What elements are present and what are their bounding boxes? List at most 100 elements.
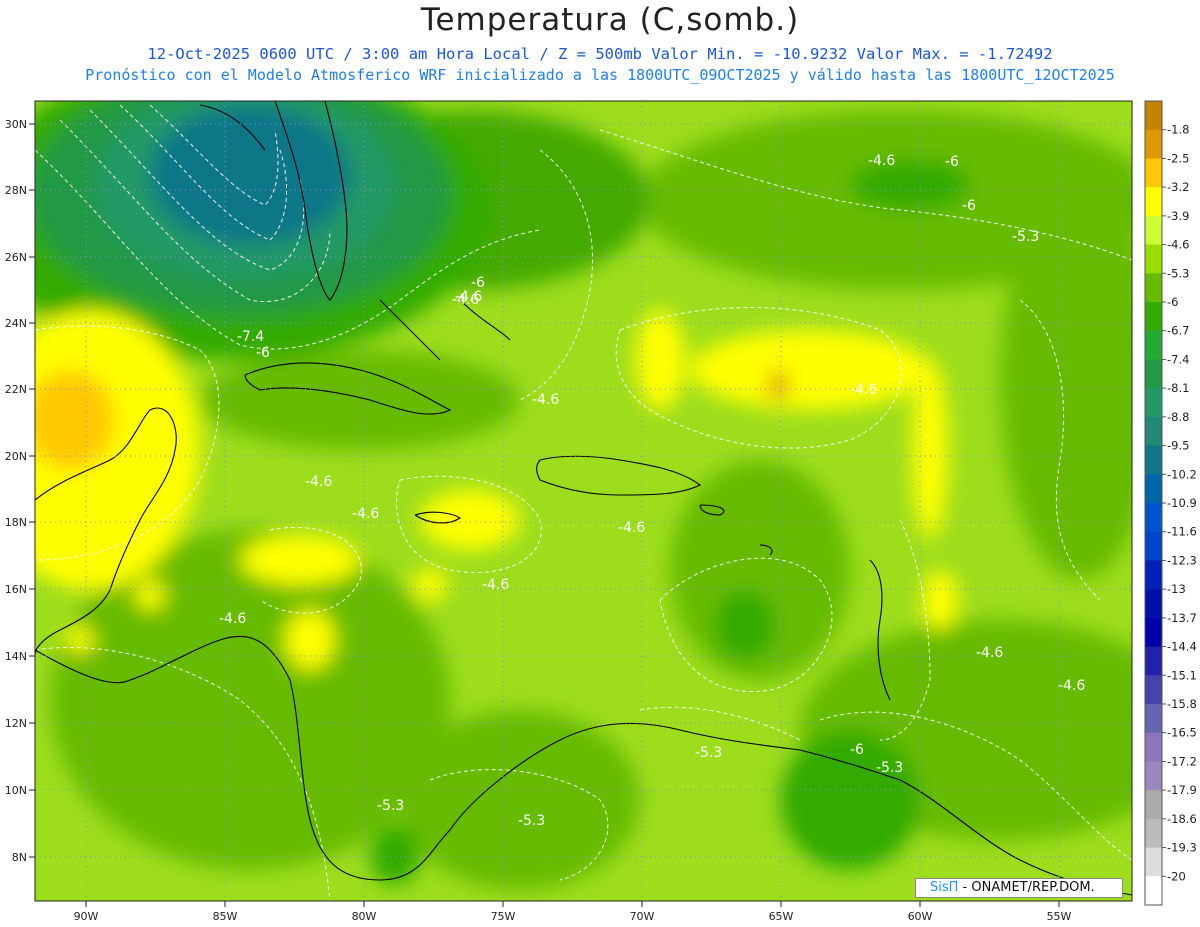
lat-tick-label: 18N [5,516,27,529]
contour-label: -4.6 [219,611,246,627]
legend-swatch [1145,876,1162,906]
legend-label: -1.8 [1167,123,1189,137]
legend-swatch [1145,790,1162,820]
contour-label: -5.3 [1012,229,1039,245]
legend-label: -17.9 [1167,783,1197,797]
contour-label: -5.3 [377,798,404,814]
contour-label: -4.6 [850,382,877,398]
lon-tick-label: 55W [1047,910,1072,923]
legend-label: -17.2 [1167,754,1197,768]
legend-swatch [1145,187,1162,217]
lat-tick-label: 12N [5,717,27,730]
credit-text: - ONAMET/REP.DOM. [958,880,1095,895]
contour-label: -5.3 [695,745,722,761]
legend-swatch [1145,445,1162,475]
legend-swatch [1145,359,1162,389]
lat-tick-label: 26N [5,251,27,264]
legend-swatch [1145,474,1162,504]
legend-label: -5.3 [1167,266,1189,280]
legend-label: -14.4 [1167,640,1197,654]
lat-tick-label: 30N [5,118,27,131]
contour-label: -4.6 [482,577,509,593]
contour-label: -6 [962,198,976,214]
legend-swatch [1145,416,1162,447]
legend-label: -16.5 [1167,726,1197,740]
legend-label: -12.3 [1167,553,1197,567]
contour-label: -4.6 [455,289,482,305]
contour-label: -4.6 [618,520,645,536]
legend-swatch [1145,818,1162,849]
sispi-logo-text: SisΠ [930,880,959,895]
legend-label: -13.7 [1167,611,1197,625]
legend-label: -18.6 [1167,812,1197,826]
legend-swatch [1145,675,1162,705]
legend-swatch [1145,761,1162,791]
lon-tick-label: 80W [352,910,377,923]
lat-tick-label: 24N [5,317,27,330]
contour-label: -6 [256,345,270,361]
legend-swatch [1145,330,1162,360]
legend-label: -19.3 [1167,841,1197,855]
lat-tick-label: 20N [5,450,27,463]
contour-label: -5.3 [518,813,545,829]
color-legend: -1.8 -2.5 -3.2 -3.9 -4.6 -5.3 -6 -6.7 -7.4 -8.1 -8… [1144,100,1197,906]
legend-label: -4.6 [1167,238,1189,252]
contour-label: -4.6 [305,474,332,490]
legend-swatch [1145,617,1162,648]
lon-tick-label: 70W [630,910,655,923]
contour-label: -4.6 [1058,678,1085,694]
legend-swatch [1145,503,1162,533]
legend-swatch [1145,589,1162,619]
legend-label: -3.2 [1167,180,1189,194]
contour-label: -4.6 [532,392,559,408]
legend-swatch [1145,244,1162,274]
lon-tick-label: 90W [74,910,99,923]
legend-swatch [1145,388,1162,418]
legend-swatch [1145,101,1162,131]
contour-label: -4.6 [868,153,895,169]
lon-tick-label: 85W [213,910,238,923]
lat-tick-label: 14N [5,650,27,663]
legend-label: -6 [1167,295,1178,309]
legend-swatch [1145,129,1162,159]
lat-tick-label: 10N [5,784,27,797]
legend-label: -20 [1167,869,1186,883]
lat-tick-label: 28N [5,184,27,197]
lon-tick-label: 60W [908,910,933,923]
legend-label: -8.1 [1167,381,1189,395]
legend-label: -13 [1167,582,1186,596]
legend-swatch [1145,560,1162,590]
longitude-axis: 90W 85W 80W 75W 70W 65W 60W 55W [74,901,1072,923]
legend-label: -10.9 [1167,496,1197,510]
legend-label: -7.4 [1167,352,1189,366]
temperature-map: -6 -6 -5.3 -4.6 -4.6 -7.4 -6 -4.6 -4.6 -… [5,100,1197,923]
contour-label: -4.6 [352,506,379,522]
contour-label: -4.6 [976,645,1003,661]
legend-label: -11.6 [1167,525,1197,539]
legend-label: -8.8 [1167,410,1189,424]
legend-label: -6.7 [1167,324,1189,338]
lat-tick-label: 22N [5,383,27,396]
legend-swatch [1145,732,1162,762]
lat-tick-label: 8N [12,851,27,864]
legend-swatch [1145,215,1162,246]
credit-box: SisΠ - ONAMET/REP.DOM. [915,878,1123,898]
latitude-axis: 8N 10N 12N 14N 16N 18N 20N 22N 24N 26N 2… [5,118,35,864]
legend-label: -3.9 [1167,209,1189,223]
contour-label: -6 [850,742,864,758]
contour-label: -5.3 [876,760,903,776]
legend-label: -9.5 [1167,439,1189,453]
legend-label: -15.1 [1167,668,1197,682]
legend-swatch [1145,273,1162,303]
legend-swatch [1145,704,1162,734]
legend-label: -10.2 [1167,467,1197,481]
lon-tick-label: 65W [769,910,794,923]
lon-tick-label: 75W [491,910,516,923]
legend-swatch [1145,646,1162,676]
legend-swatch [1145,158,1162,188]
contour-label: -7.4 [237,329,264,345]
legend-swatch [1145,847,1162,877]
legend-swatch [1145,531,1162,561]
legend-label: -15.8 [1167,697,1197,711]
legend-swatch [1145,302,1162,332]
